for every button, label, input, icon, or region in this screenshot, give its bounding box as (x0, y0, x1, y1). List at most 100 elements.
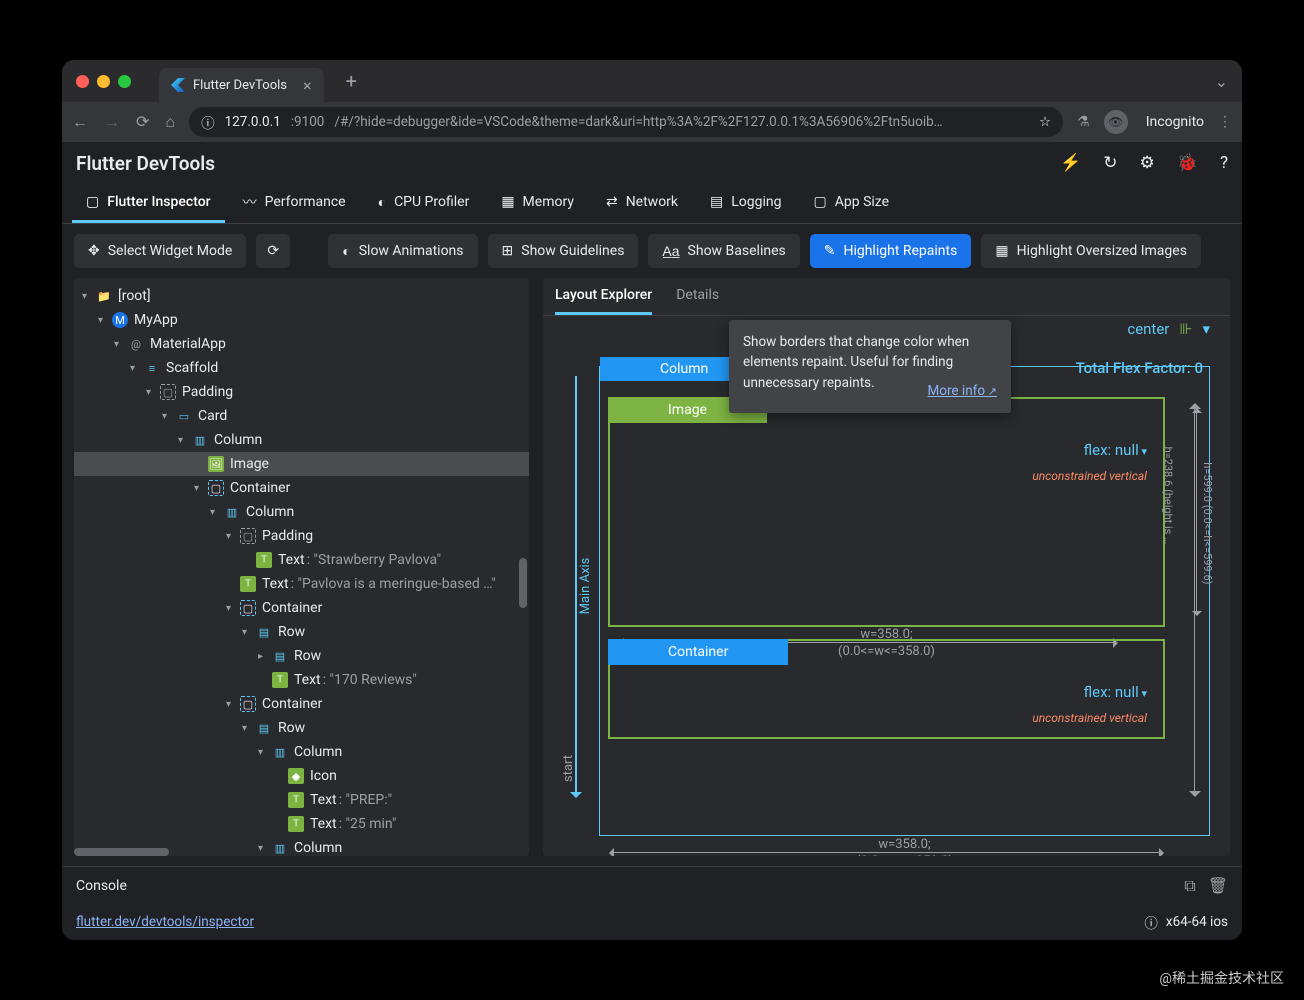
expand-icon[interactable]: ▾ (130, 363, 144, 374)
tree-node-row[interactable]: ▾▤Row (74, 620, 529, 644)
tree-node-image[interactable]: 🖼Image (74, 452, 529, 476)
constraint-warning: unconstrained vertical (1032, 711, 1147, 725)
expand-icon[interactable]: ▾ (242, 627, 256, 638)
widget-icon: ▥ (192, 432, 208, 448)
show-guidelines-button[interactable]: ⊞ Show Guidelines (488, 234, 639, 268)
window-close-button[interactable] (76, 75, 89, 88)
horizontal-scrollbar[interactable] (74, 848, 169, 856)
expand-icon[interactable]: ▾ (258, 747, 272, 758)
inspector-tab-details[interactable]: Details (676, 278, 719, 315)
show-baselines-button[interactable]: A̲a̲ Show Baselines (648, 234, 799, 268)
widget-name: Column (214, 432, 262, 448)
help-icon[interactable]: ? (1220, 153, 1228, 173)
tree-node-[root][interactable]: ▾📁[root] (74, 284, 529, 308)
tree-node-padding[interactable]: ▾▢Padding (74, 524, 529, 548)
slow-animations-button[interactable]: ◐ Slow Animations (328, 234, 477, 268)
copy-icon[interactable]: ⧉ (1184, 876, 1195, 896)
tabs-dropdown-icon[interactable]: ⌄ (1215, 72, 1228, 91)
tree-node-column[interactable]: ▾▥Column (74, 740, 529, 764)
window-minimize-button[interactable] (97, 75, 110, 88)
url-input[interactable]: ⓘ 127.0.0.1:9100/#/?hide=debugger&ide=VS… (189, 107, 1063, 137)
menu-icon[interactable]: ⋮ (1218, 114, 1232, 130)
highlight-repaints-button[interactable]: ✎ Highlight Repaints (810, 234, 972, 268)
url-path: /#/?hide=debugger&ide=VSCode&theme=dark&… (334, 114, 942, 130)
expand-icon[interactable]: ▾ (98, 315, 112, 326)
tree-node-column[interactable]: ▾▥Column (74, 500, 529, 524)
bolt-icon[interactable]: ⚡ (1060, 153, 1081, 173)
tree-node-icon[interactable]: ◆Icon (74, 764, 529, 788)
expand-icon[interactable]: ▾ (146, 387, 160, 398)
browser-tab[interactable]: Flutter DevTools × (159, 68, 324, 102)
star-icon[interactable]: ☆ (1039, 114, 1051, 130)
nav-tab-memory[interactable]: ▦ Memory (487, 184, 588, 223)
expand-icon[interactable]: ▾ (178, 435, 192, 446)
refresh-button[interactable]: ⟳ (256, 234, 290, 268)
expand-icon[interactable]: ▾ (226, 531, 240, 542)
settings-icon[interactable]: ⚙ (1140, 153, 1155, 173)
tree-node-text[interactable]: TText: "Strawberry Pavlova" (74, 548, 529, 572)
bug-icon[interactable]: 🐞 (1177, 153, 1198, 173)
expand-icon[interactable]: ▾ (226, 699, 240, 710)
widget-name: Container (262, 600, 322, 616)
vertical-scrollbar[interactable] (519, 558, 527, 608)
select-widget-button[interactable]: ✥ Select Widget Mode (74, 234, 246, 268)
expand-icon[interactable]: ▾ (82, 291, 96, 302)
tree-node-container[interactable]: ▾▢Container (74, 476, 529, 500)
expand-icon[interactable]: ▾ (242, 723, 256, 734)
layout-child-image[interactable]: Image flex: null unconstrained vertical … (608, 397, 1165, 627)
tree-node-text[interactable]: TText: "170 Reviews" (74, 668, 529, 692)
inspector-tab-layout-explorer[interactable]: Layout Explorer (555, 278, 652, 315)
window-maximize-button[interactable] (118, 75, 131, 88)
flex-value[interactable]: flex: null (1084, 683, 1147, 701)
flex-value[interactable]: flex: null (1084, 441, 1147, 459)
extension-icon[interactable]: ⚗ (1077, 114, 1090, 130)
tree-node-materialapp[interactable]: ▾@MaterialApp (74, 332, 529, 356)
tree-node-text[interactable]: TText: "25 min" (74, 812, 529, 836)
tree-node-text[interactable]: TText: "PREP:" (74, 788, 529, 812)
expand-icon[interactable]: ▾ (226, 603, 240, 614)
nav-tab-logging[interactable]: ▤ Logging (696, 184, 795, 223)
nav-tab-app-size[interactable]: ▢ App Size (800, 184, 904, 223)
expand-icon[interactable]: ▾ (258, 843, 272, 854)
tree-node-card[interactable]: ▾▭Card (74, 404, 529, 428)
nav-tab-flutter-inspector[interactable]: ▢ Flutter Inspector (72, 184, 225, 223)
widget-tree[interactable]: ▾📁[root]▾MMyApp▾@MaterialApp▾≡Scaffold▾▢… (74, 278, 529, 856)
tree-node-scaffold[interactable]: ▾≡Scaffold (74, 356, 529, 380)
expand-icon[interactable]: ▸ (258, 651, 272, 662)
expand-icon[interactable]: ▾ (194, 483, 208, 494)
tree-node-container[interactable]: ▾▢Container (74, 596, 529, 620)
alignment-control[interactable]: center⊪▾ (1127, 320, 1210, 338)
back-button[interactable]: ← (72, 112, 88, 132)
tree-node-row[interactable]: ▸▤Row (74, 644, 529, 668)
tree-node-padding[interactable]: ▾▢Padding (74, 380, 529, 404)
tree-node-row[interactable]: ▾▤Row (74, 716, 529, 740)
nav-tab-performance[interactable]: 〰 Performance (229, 184, 360, 223)
reload-button[interactable]: ⟳ (136, 112, 149, 132)
highlight-oversized-button[interactable]: ▦ Highlight Oversized Images (981, 234, 1201, 268)
forward-button[interactable]: → (104, 112, 120, 132)
layout-outer-box[interactable]: Column Total Flex Factor: 0 Image flex: … (599, 366, 1210, 836)
tooltip-link[interactable]: More info (927, 381, 997, 401)
nav-buttons: ← → ⟳ ⌂ (72, 112, 175, 132)
tree-node-text[interactable]: TText: "Pavlova is a meringue-based …" (74, 572, 529, 596)
new-tab-button[interactable]: + (346, 69, 357, 93)
history-icon[interactable]: ↻ (1103, 153, 1117, 173)
tree-node-column[interactable]: ▾▥ Column (74, 428, 529, 452)
url-host: 127.0.0.1 (225, 114, 281, 130)
expand-icon[interactable]: ▾ (114, 339, 128, 350)
expand-icon[interactable]: ▾ (162, 411, 176, 422)
layout-child-container[interactable]: Container flex: null unconstrained verti… (608, 639, 1165, 739)
watermark: @稀土掘金技术社区 (1159, 968, 1284, 988)
widget-icon: 🖼 (208, 456, 224, 472)
tree-node-myapp[interactable]: ▾MMyApp (74, 308, 529, 332)
expand-icon[interactable]: ▾ (210, 507, 224, 518)
tab-close-button[interactable]: × (303, 76, 312, 95)
docs-link[interactable]: flutter.dev/devtools/inspector (76, 914, 254, 930)
home-button[interactable]: ⌂ (165, 112, 175, 132)
clear-icon[interactable]: 🗑 (1208, 876, 1228, 896)
tree-node-container[interactable]: ▾▢Container (74, 692, 529, 716)
console-bar[interactable]: Console ⧉ 🗑 (62, 866, 1242, 904)
widget-value: : "Strawberry Pavlova" (307, 552, 442, 568)
nav-tab-network[interactable]: ⇄ Network (592, 184, 692, 223)
nav-tab-cpu-profiler[interactable]: ◐ CPU Profiler (364, 184, 484, 223)
